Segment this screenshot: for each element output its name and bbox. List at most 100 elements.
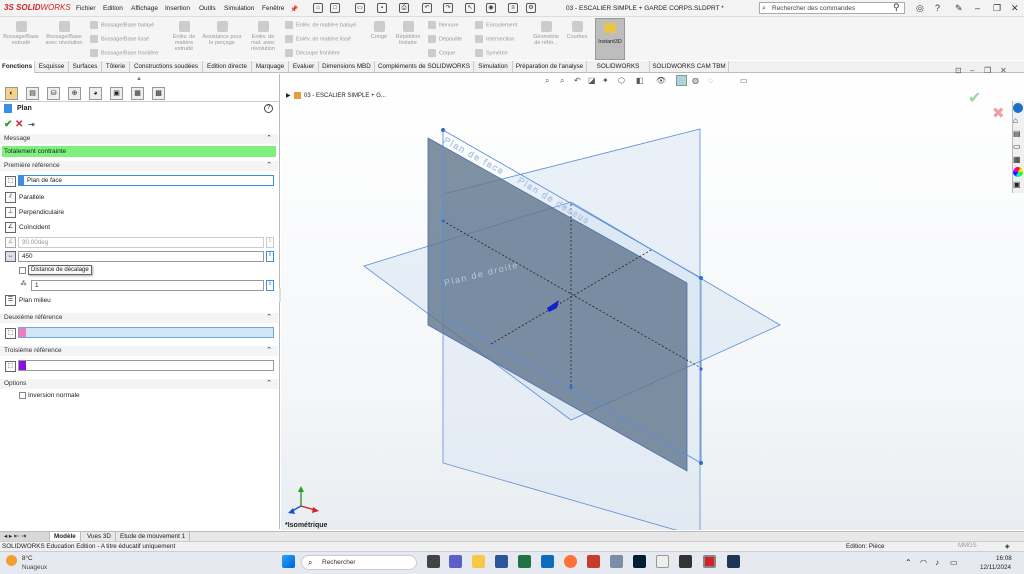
search-commands-input[interactable]: ⌕ Rechercher des commandes [759,2,905,14]
network-icon[interactable]: ◠ [920,558,927,567]
extruded-cut-button[interactable]: Enlèv. de matière extrudé [170,21,198,52]
second-reference-field[interactable] [18,327,274,338]
revolved-cut-button[interactable]: Enlèv. de mat. avec révolution [246,21,280,52]
volume-icon[interactable]: ♪ [935,558,939,567]
windows-start-icon[interactable] [282,555,295,568]
offset-distance-input[interactable]: 450 [18,251,264,262]
coincident-option[interactable]: Coïncident [19,224,50,231]
count-spinner[interactable]: ⇕ [266,280,274,291]
panel-collapse-handle[interactable]: ▲ [136,76,142,82]
angle-input[interactable]: 90.00deg [18,237,264,248]
reference-geometry-button[interactable]: Géométrie de référ... [530,21,562,46]
print-icon[interactable]: ⎙ [399,3,409,13]
plane-handle[interactable] [699,367,703,371]
weather-icon[interactable] [6,555,17,566]
menu-insertion[interactable]: Insertion [165,5,190,12]
second-reference-header[interactable]: Deuxième référence ⌃ [0,313,278,323]
menu-fichier[interactable]: Fichier [76,5,96,12]
collapse-chevron-icon[interactable]: ⌃ [266,161,272,171]
menu-affichage[interactable]: Affichage [131,5,158,12]
undo-icon[interactable]: ↶ [422,3,432,13]
plane-handle[interactable] [569,385,573,389]
teams-icon[interactable] [449,555,462,568]
menu-edition[interactable]: Edition [103,5,123,12]
intersect-button[interactable]: Intersection [475,35,514,43]
home-icon[interactable]: ⌂ [313,3,323,13]
message-section-header[interactable]: Message ⌃ [0,134,278,144]
flip-offset-checkbox[interactable] [19,267,26,274]
perpendicular-icon[interactable]: ⊥ [5,207,16,218]
swept-cut-button[interactable]: Enlèv. de matière balayé [285,21,356,29]
tab-edition-directe[interactable]: Edition directe [203,61,252,73]
dimxpert-icon[interactable]: ⊕ [68,87,81,100]
feature-manager-icon[interactable]: ◐ [5,87,18,100]
mid-plane-icon[interactable]: ☰ [5,295,16,306]
tab-solidworks-cam-tbm[interactable]: SOLIDWORKS CAM TBM [650,61,729,73]
rebuild-icon[interactable]: ◉ [486,3,496,13]
tab-complements[interactable]: Compléments de SOLIDWORKS [375,61,474,73]
open-file-icon[interactable]: ▭ [355,3,365,13]
coincident-icon[interactable]: ∠ [5,222,16,233]
firefox-icon[interactable] [564,555,577,568]
unit-system[interactable]: MMGS [958,543,977,549]
linear-pattern-button[interactable]: Répétition linéaire [392,21,424,46]
tab-dimensions-mbd[interactable]: Dimensions MBD [319,61,375,73]
excel-icon[interactable] [518,555,531,568]
file-properties-icon[interactable]: ≡ [508,3,518,13]
reverse-normal-checkbox[interactable] [19,392,26,399]
clock-time[interactable]: 16:08 [996,555,1012,562]
app-icon[interactable] [587,555,600,568]
redo-icon[interactable]: ↷ [443,3,453,13]
snipping-tool-icon[interactable] [679,555,692,568]
paint-icon[interactable] [656,555,669,568]
boundary-cut-button[interactable]: Découpe frontière [285,49,340,57]
cancel-x-icon[interactable]: ✕ [15,119,23,130]
tab-preparation-analyse[interactable]: Préparation de l'analyse [513,61,587,73]
first-reference-header[interactable]: Première référence ⌃ [0,161,278,171]
display-manager-icon[interactable]: ◕ [89,87,102,100]
shell-button[interactable]: Coque [428,49,455,57]
calculator-icon[interactable] [610,555,623,568]
battery-icon[interactable]: ▭ [950,558,958,567]
cam-feature-tree-icon[interactable]: ▣ [110,87,123,100]
new-file-icon[interactable]: □ [330,3,340,13]
status-tip-icon[interactable]: ◈ [1005,543,1010,550]
hole-wizard-button[interactable]: Assistance pour le perçage [200,21,244,46]
plane-handle[interactable] [441,128,445,132]
lofted-boss-button[interactable]: Bossage/Base lissé [90,35,149,43]
lofted-cut-button[interactable]: Enlèv. de matière lissé [285,35,351,43]
reverse-normal-label[interactable]: Inversion normale [28,392,80,399]
boundary-boss-button[interactable]: Bossage/Base frontière [90,49,158,57]
planes-drawing[interactable]: Plan de face Plan de dessus Plan de droi… [281,74,1024,530]
tab-marquage[interactable]: Marquage [252,61,289,73]
parallel-option[interactable]: Parallèle [19,194,44,201]
tab-simulation[interactable]: Simulation [474,61,513,73]
plane-handle[interactable] [699,461,703,465]
sketch-icon[interactable]: ✎ [955,3,963,14]
options-header[interactable]: Options ⌃ [0,379,278,389]
extruded-boss-button[interactable]: Bossage/Base extrudé [3,21,39,46]
angle-spinner[interactable]: ⇕ [266,237,274,248]
perpendicular-option[interactable]: Perpendiculaire [19,209,64,216]
collapse-chevron-icon[interactable]: ⌃ [266,134,272,144]
tab-surfaces[interactable]: Surfaces [69,61,102,73]
mid-plane-option[interactable]: Plan milieu [19,297,51,304]
tray-chevron-icon[interactable]: ⌃ [905,558,912,567]
taskbar-search[interactable]: ⌕ Rechercher [301,555,417,570]
collapse-chevron-icon[interactable]: ⌃ [266,346,272,356]
tab-esquisse[interactable]: Esquisse [35,61,69,73]
ok-check-icon[interactable]: ✔ [4,119,12,130]
cam-operation-tree-icon[interactable]: ▦ [131,87,144,100]
third-reference-header[interactable]: Troisième référence ⌃ [0,346,278,356]
save-icon[interactable]: ▪ [377,3,387,13]
cam-tool-tree-icon[interactable]: ▩ [152,87,165,100]
revolved-boss-button[interactable]: Bossage/Base avec révolution [44,21,84,46]
offset-distance-icon[interactable]: ↔ [5,251,16,262]
property-manager-icon[interactable]: ▤ [26,87,39,100]
select-icon[interactable]: ↖ [465,3,475,13]
tab-constructions-soudees[interactable]: Constructions soudées [130,61,203,73]
third-reference-field[interactable] [18,360,274,371]
minimize-icon[interactable]: – [975,3,980,13]
pin-icon[interactable]: 📌 [290,5,298,13]
close-icon[interactable]: ✕ [1011,3,1019,14]
